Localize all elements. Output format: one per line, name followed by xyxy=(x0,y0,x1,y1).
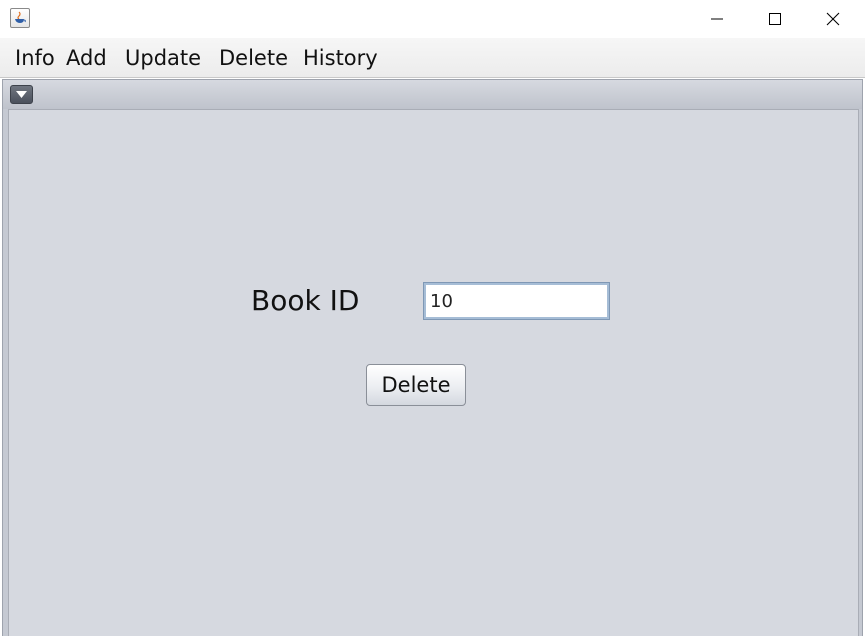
close-button[interactable] xyxy=(804,0,862,38)
java-coffee-cup-icon[interactable] xyxy=(10,8,30,28)
minimize-button[interactable] xyxy=(688,0,746,38)
menu-info[interactable]: Info xyxy=(15,44,55,72)
internal-frame xyxy=(2,79,863,636)
close-icon xyxy=(826,12,840,26)
maximize-button[interactable] xyxy=(746,0,804,38)
system-menu-button[interactable] xyxy=(10,85,33,104)
menu-add[interactable]: Add xyxy=(66,44,107,72)
menu-update[interactable]: Update xyxy=(125,44,201,72)
book-id-input[interactable] xyxy=(423,282,610,320)
delete-button[interactable]: Delete xyxy=(366,364,466,406)
menu-history[interactable]: History xyxy=(303,44,378,72)
minimize-icon xyxy=(711,18,723,20)
menu-delete[interactable]: Delete xyxy=(219,44,288,72)
menu-bar: Info Add Update Delete History xyxy=(0,38,865,78)
title-bar[interactable] xyxy=(0,0,865,38)
triangle-down-icon xyxy=(16,91,27,98)
internal-frame-title-bar[interactable] xyxy=(3,80,862,109)
application-window: Info Add Update Delete History Book ID D… xyxy=(0,0,865,636)
maximize-icon xyxy=(769,13,781,25)
book-id-label: Book ID xyxy=(251,284,360,317)
